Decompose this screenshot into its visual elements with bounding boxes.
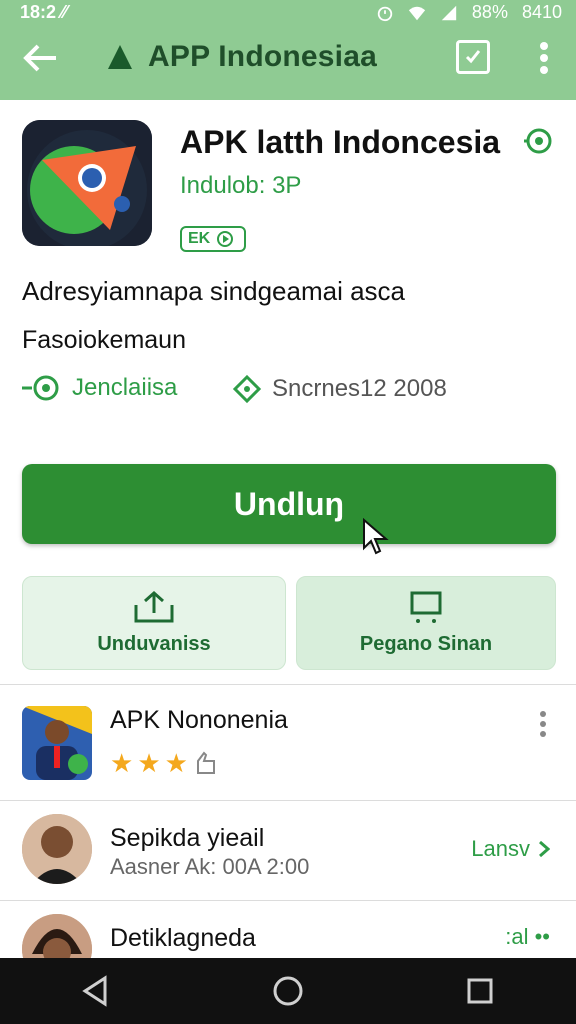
- triangle-icon: [108, 45, 132, 69]
- tile-monitor[interactable]: Pegano Sinan: [296, 576, 556, 670]
- list-item-subtitle: Aasner Ak: 00A 2:00: [110, 854, 310, 879]
- divider: [0, 684, 576, 685]
- avatar-photo: [22, 814, 92, 884]
- app-title: APK latth Indoncesia: [180, 124, 501, 160]
- rating-stars: ★ ★ ★: [110, 750, 216, 776]
- app-publisher: Fasoiokemaun: [22, 326, 186, 354]
- thumbs-up-icon: [196, 751, 215, 774]
- list-item[interactable]: APK Nononenia ★ ★ ★: [0, 706, 576, 810]
- recent-square-icon[interactable]: [463, 974, 497, 1008]
- list-item[interactable]: Sepikda yieail Aasner Ak: 00A 2:00 Lansv: [0, 814, 576, 918]
- target-icon: [524, 128, 552, 154]
- list-item-action[interactable]: :al ••: [505, 924, 550, 950]
- check-square-icon[interactable]: [456, 40, 490, 74]
- star-icon: ★: [164, 748, 188, 778]
- list-item-action[interactable]: Lansv: [471, 836, 550, 862]
- wifi-icon: [408, 6, 426, 20]
- meta-right: Sncrnes12 2008: [232, 374, 447, 404]
- battery-text: 88%: [471, 2, 508, 22]
- app-icon: [22, 120, 152, 246]
- content-badge: EK: [180, 226, 246, 252]
- app-description: Adresyiamnapa sindgeamai asca: [22, 276, 405, 306]
- meta-right-text: Sncrnes12 2008: [272, 375, 447, 402]
- top-bar: 18:2 ⁄⁄ 88% 8410 APP Indonesiaa: [0, 0, 576, 100]
- download-button[interactable]: Undluŋ: [22, 464, 556, 544]
- download-label: Undluŋ: [233, 485, 345, 522]
- system-nav-bar: [0, 958, 576, 1024]
- upload-icon: [134, 590, 174, 622]
- status-clock-right: 8410: [521, 2, 562, 22]
- divider: [0, 900, 576, 901]
- list-item-title: APK Nononenia: [110, 706, 288, 734]
- status-time: 18:2 ⁄⁄: [20, 2, 68, 22]
- app-bar-title: APP Indonesiaa: [148, 40, 377, 73]
- tile-upload-label: Unduvaniss: [97, 632, 211, 655]
- list-action-label: Lansv: [471, 836, 530, 861]
- app-logo-graphic: [22, 120, 152, 246]
- list-item-title: Detiklagneda: [110, 924, 256, 952]
- divider: [0, 800, 576, 801]
- tag-icon: [232, 374, 262, 404]
- home-circle-icon[interactable]: [271, 974, 305, 1008]
- signal-icon: [441, 5, 457, 20]
- app-bar: APP Indonesiaa: [0, 30, 576, 90]
- list-action-label: :al ••: [505, 924, 550, 949]
- mouse-cursor-icon: [363, 518, 389, 555]
- tile-upload[interactable]: Unduvaniss: [22, 576, 286, 670]
- play-icon: [217, 231, 234, 247]
- more-vert-icon[interactable]: [538, 710, 548, 738]
- list-item-title: Sepikda yieail: [110, 824, 265, 852]
- back-arrow-icon[interactable]: [20, 38, 60, 78]
- alarm-icon: [377, 6, 393, 21]
- meta-left-text: Jenclaiisa: [72, 374, 178, 401]
- star-icon: ★: [137, 748, 161, 778]
- monitor-icon: [410, 591, 442, 623]
- shield-check-icon: [22, 375, 59, 401]
- back-triangle-icon[interactable]: [79, 974, 113, 1008]
- star-icon: ★: [110, 748, 134, 778]
- thumbnail: [22, 706, 92, 780]
- status-right: 88% 8410: [376, 2, 562, 23]
- tile-monitor-label: Pegano Sinan: [359, 632, 493, 655]
- badge-text: EK: [188, 230, 211, 247]
- avatar-thumbnail: [22, 706, 92, 780]
- app-subtitle: Indulob: 3P: [180, 172, 302, 199]
- more-vert-icon[interactable]: [536, 38, 552, 78]
- status-bar: 18:2 ⁄⁄ 88% 8410: [0, 0, 576, 24]
- avatar: [22, 814, 92, 884]
- chevron-right-icon: [539, 840, 550, 858]
- meta-left: Jenclaiisa: [22, 374, 177, 402]
